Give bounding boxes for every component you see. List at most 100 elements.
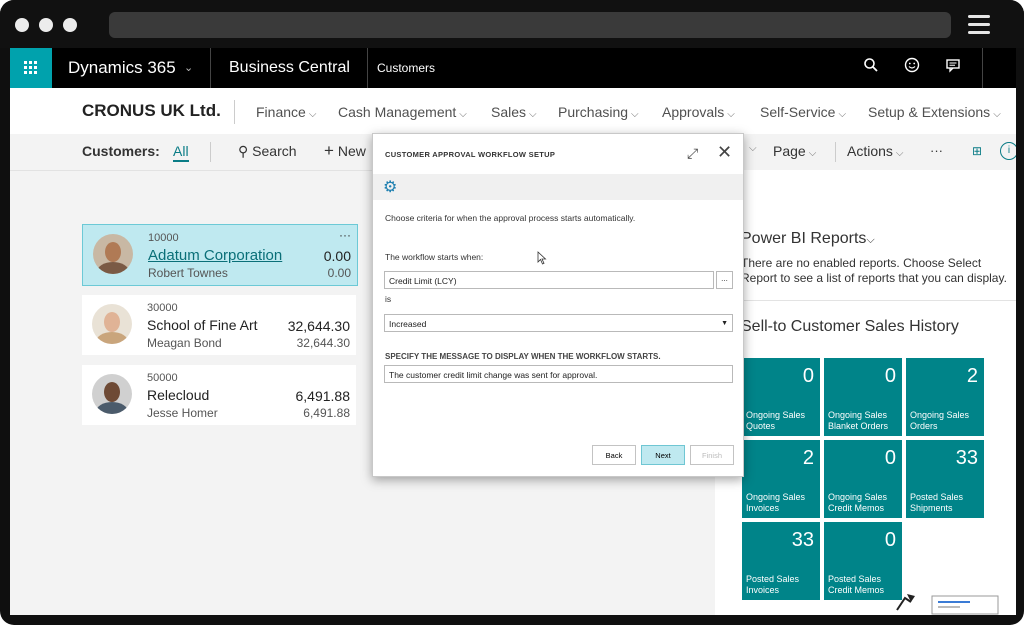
customer-balance: 0.00 bbox=[323, 248, 351, 264]
expand-icon[interactable]: ⤢ bbox=[687, 145, 698, 162]
customer-balance-due: 32,644.30 bbox=[296, 336, 350, 350]
menu-label: Sales bbox=[491, 104, 527, 120]
actions-menu[interactable]: Actions ⌵ bbox=[847, 143, 904, 159]
browser-menu-icon[interactable] bbox=[968, 15, 990, 39]
customer-name-link[interactable]: Adatum Corporation bbox=[148, 247, 282, 264]
cue-tile-ongoing-orders[interactable]: 2 Ongoing Sales Orders bbox=[906, 358, 984, 436]
avatar bbox=[93, 234, 133, 274]
customer-name[interactable]: Relecloud bbox=[147, 387, 209, 403]
menu-label: Finance bbox=[256, 104, 306, 120]
finish-button[interactable]: Finish bbox=[690, 445, 734, 465]
chat-icon[interactable] bbox=[942, 57, 964, 79]
close-icon[interactable]: ✕ bbox=[717, 142, 732, 163]
cue-tile-ongoing-invoices[interactable]: 2 Ongoing Sales Invoices bbox=[742, 440, 820, 518]
search-button[interactable]: ⚲ Search bbox=[238, 143, 297, 160]
powerbi-reports-title[interactable]: Power BI Reports⌵ bbox=[741, 230, 875, 248]
gear-icon[interactable]: ⚙ bbox=[383, 177, 397, 197]
chevron-down-icon[interactable]: ⌄ bbox=[184, 48, 193, 88]
message-section-label: SPECIFY THE MESSAGE TO DISPLAY WHEN THE … bbox=[385, 352, 661, 361]
chevron-down-icon[interactable]: ⌵ bbox=[749, 143, 757, 154]
customer-balance: 6,491.88 bbox=[295, 388, 351, 404]
is-label: is bbox=[385, 294, 392, 304]
module-name[interactable]: Business Central bbox=[229, 48, 350, 88]
menu-finance[interactable]: Finance ⌵ bbox=[256, 104, 316, 120]
back-button[interactable]: Back bbox=[592, 445, 636, 465]
page-menu[interactable]: Page ⌵ bbox=[773, 143, 816, 159]
chevron-down-icon: ⌵ bbox=[308, 109, 317, 120]
cue-tile-ongoing-quotes[interactable]: 0 Ongoing Sales Quotes bbox=[742, 358, 820, 436]
next-button[interactable]: Next bbox=[641, 445, 685, 465]
cue-tile-posted-shipments[interactable]: 33 Posted Sales Shipments bbox=[906, 440, 984, 518]
tile-value: 2 bbox=[966, 365, 978, 387]
chevron-down-icon: ⌵ bbox=[866, 234, 875, 246]
cue-tile-ongoing-blanket-orders[interactable]: 0 Ongoing Sales Blanket Orders bbox=[824, 358, 902, 436]
more-options-button[interactable]: ··· bbox=[930, 143, 943, 158]
menu-label: Purchasing bbox=[558, 104, 629, 120]
card-menu-button[interactable]: ··· bbox=[339, 228, 351, 242]
menu-setup-extensions[interactable]: Setup & Extensions ⌵ bbox=[868, 104, 1001, 120]
menu-self-service[interactable]: Self-Service ⌵ bbox=[760, 104, 846, 120]
current-page-title: Customers bbox=[377, 61, 436, 75]
customer-balance-due: 6,491.88 bbox=[303, 406, 350, 420]
workflow-message-input[interactable]: The customer credit limit change was sen… bbox=[384, 365, 733, 383]
customer-card[interactable]: 50000 Relecloud Jesse Homer 6,491.88 6,4… bbox=[82, 365, 356, 425]
workflow-field-input[interactable]: Credit Limit (LCY) bbox=[384, 271, 714, 289]
new-button[interactable]: + New bbox=[324, 141, 366, 160]
new-label: New bbox=[337, 143, 366, 159]
lookup-button[interactable]: ... bbox=[716, 271, 733, 289]
customer-contact: Jesse Homer bbox=[147, 406, 218, 420]
role-center-navbar: CRONUS UK Ltd. Finance ⌵ Cash Management ⌵… bbox=[10, 88, 1016, 134]
menu-label: Approvals bbox=[662, 104, 725, 120]
condition-select-value: Increased bbox=[389, 319, 427, 329]
menu-cash-management[interactable]: Cash Management ⌵ bbox=[338, 104, 467, 120]
dialog-intro-text: Choose criteria for when the approval pr… bbox=[385, 213, 636, 223]
chevron-down-icon: ⌵ bbox=[459, 109, 467, 120]
dropdown-arrow-icon: ▼ bbox=[721, 320, 728, 327]
app-name[interactable]: Dynamics 365 bbox=[68, 48, 176, 88]
page-caption: Customers: bbox=[82, 143, 160, 159]
layout-toggle-icon[interactable]: ⊞ bbox=[972, 144, 982, 158]
chevron-down-icon: ⌵ bbox=[529, 109, 537, 120]
tile-label: Posted Sales Shipments bbox=[910, 492, 964, 513]
app-topbar: Dynamics 365 ⌄ Business Central Customer… bbox=[10, 48, 1016, 88]
chevron-down-icon: ⌵ bbox=[838, 109, 847, 120]
menu-sales[interactable]: Sales ⌵ bbox=[491, 104, 537, 120]
window-close-dot[interactable] bbox=[15, 18, 29, 32]
tile-label: Posted Sales Credit Memos bbox=[828, 574, 885, 595]
search-icon[interactable] bbox=[860, 57, 882, 79]
search-icon: ⚲ bbox=[238, 143, 249, 159]
company-name[interactable]: CRONUS UK Ltd. bbox=[82, 101, 221, 121]
info-icon[interactable]: i bbox=[1000, 142, 1016, 160]
plus-icon: + bbox=[324, 141, 334, 160]
customer-name[interactable]: School of Fine Art bbox=[147, 317, 258, 333]
cue-tile-posted-invoices[interactable]: 33 Posted Sales Invoices bbox=[742, 522, 820, 600]
customer-number: 10000 bbox=[148, 232, 179, 244]
customer-card[interactable]: 30000 School of Fine Art Meagan Bond 32,… bbox=[82, 295, 356, 355]
tile-value: 33 bbox=[955, 447, 978, 469]
dialog-toolbar: ⚙ bbox=[373, 174, 743, 200]
cue-tile-posted-credit-memos[interactable]: 0 Posted Sales Credit Memos bbox=[824, 522, 902, 600]
customer-contact: Meagan Bond bbox=[147, 336, 222, 350]
customer-balance: 32,644.30 bbox=[287, 318, 350, 334]
filter-all-tab[interactable]: All bbox=[173, 143, 189, 162]
browser-chrome bbox=[0, 0, 1024, 48]
menu-approvals[interactable]: Approvals ⌵ bbox=[662, 104, 735, 120]
avatar bbox=[92, 304, 132, 344]
tile-label: Ongoing Sales Orders bbox=[910, 410, 970, 431]
smiley-feedback-icon[interactable] bbox=[901, 57, 923, 79]
address-bar[interactable] bbox=[109, 12, 951, 38]
app-launcher-icon[interactable] bbox=[10, 48, 52, 88]
sales-history-title: Sell-to Customer Sales History bbox=[741, 318, 959, 335]
menu-label: Cash Management bbox=[338, 104, 457, 120]
condition-select[interactable]: Increased ▼ bbox=[384, 314, 733, 332]
customer-card[interactable]: 10000 Adatum Corporation Robert Townes ·… bbox=[82, 224, 358, 286]
tile-label: Ongoing Sales Credit Memos bbox=[828, 492, 888, 513]
window-maximize-dot[interactable] bbox=[63, 18, 77, 32]
menu-purchasing[interactable]: Purchasing ⌵ bbox=[558, 104, 639, 120]
customer-balance-due: 0.00 bbox=[327, 266, 351, 280]
factbox-pane: Power BI Reports⌵ There are no enabled r… bbox=[715, 170, 1016, 615]
tile-label: Ongoing Sales Blanket Orders bbox=[828, 410, 889, 431]
tile-value: 33 bbox=[791, 529, 814, 551]
cue-tile-ongoing-credit-memos[interactable]: 0 Ongoing Sales Credit Memos bbox=[824, 440, 902, 518]
window-minimize-dot[interactable] bbox=[39, 18, 53, 32]
